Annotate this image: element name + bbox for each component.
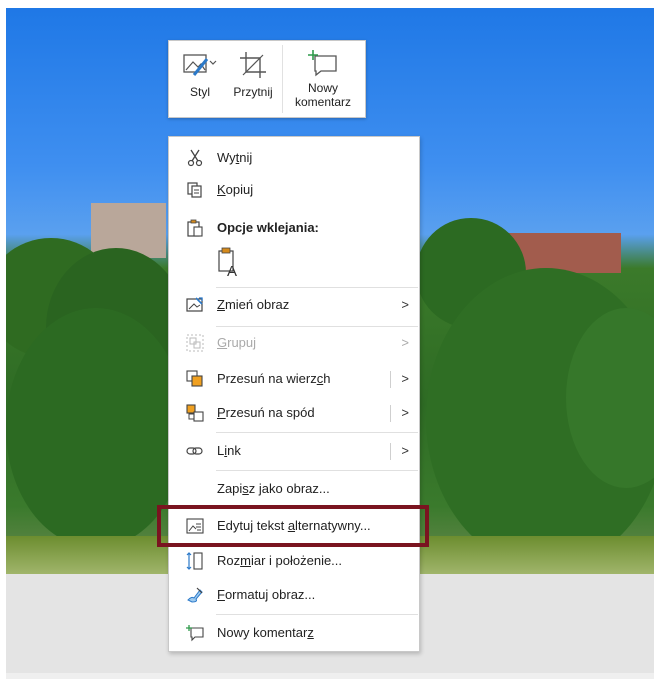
crop-button[interactable]: Przytnij [227,41,279,117]
new-comment-button[interactable]: Nowy komentarz [285,41,361,117]
menu-item-change-picture[interactable]: Zmień obraz > [169,290,419,320]
menu-item-label: Zmień obraz [217,297,290,312]
menu-item-new-comment[interactable]: Nowy komentarz [169,618,419,648]
picture-style-icon [183,54,217,76]
menu-separator [216,432,418,433]
submenu-arrow-icon: > [401,297,409,312]
menu-item-label: Nowy komentarz [217,625,314,640]
context-menu: Wytnij Kopiuj Opcje wklejania: A Zmień o… [168,136,420,652]
menu-separator [216,326,418,327]
menu-item-paste-options: Opcje wklejania: [169,213,419,243]
new-comment-icon [186,625,204,642]
menu-item-size-position[interactable]: Rozmiar i położenie... [169,546,419,576]
menu-item-format-picture[interactable]: Formatuj obraz... [169,580,419,610]
svg-text:A: A [227,263,237,279]
menu-item-label: Wytnij [217,150,253,165]
menu-item-save-as-picture[interactable]: Zapisz jako obraz... [169,474,419,504]
bring-forward-icon [186,370,203,387]
paste-keep-text-icon: A [218,247,237,280]
submenu-arrow-icon: > [401,335,409,350]
send-backward-icon [186,404,204,422]
change-picture-icon [186,297,203,312]
crop-label: Przytnij [233,85,273,99]
scissors-icon [187,149,203,167]
menu-item-link[interactable]: Link > [169,436,419,466]
paste-icon [187,219,203,237]
menu-item-label: Formatuj obraz... [217,587,316,602]
paste-keep-text-only-button[interactable]: A [213,245,243,280]
split-divider [390,371,391,388]
menu-separator [216,287,418,288]
mini-toolbar: Styl Przytnij Nowy komentarz [168,40,366,118]
link-icon [186,447,203,455]
submenu-arrow-icon[interactable]: > [401,405,409,420]
menu-item-label: Kopiuj [217,182,254,197]
style-button[interactable]: Styl [175,41,225,117]
menu-item-label: Rozmiar i położenie... [217,553,343,568]
menu-item-label: Zapisz jako obraz... [217,481,330,496]
new-comment-label: Nowy komentarz [294,81,352,109]
menu-item-label: Przesuń na spód [217,405,315,420]
style-label: Styl [189,85,210,99]
menu-item-send-backward[interactable]: Przesuń na spód > [169,398,419,428]
format-picture-icon [187,587,203,603]
menu-separator [216,614,418,615]
highlight-annotation [157,505,429,547]
submenu-arrow-icon[interactable]: > [401,443,409,458]
menu-item-label: Przesuń na wierzch [217,371,331,386]
menu-item-bring-forward[interactable]: Przesuń na wierzch > [169,364,419,394]
crop-icon [240,52,266,78]
menu-item-cut[interactable]: Wytnij [169,143,419,173]
copy-icon [187,182,202,198]
new-comment-icon [308,50,337,77]
menu-item-group[interactable]: Grupuj > [169,328,419,358]
menu-item-copy[interactable]: Kopiuj [169,175,419,205]
menu-separator [216,470,418,471]
menu-item-label: Grupuj [217,335,257,350]
toolbar-divider [282,45,283,113]
submenu-arrow-icon[interactable]: > [401,371,409,386]
size-position-icon [186,552,203,570]
split-divider [390,405,391,422]
paste-options-heading: Opcje wklejania: [217,220,319,235]
menu-item-label: Link [217,443,241,458]
group-icon [186,334,204,352]
split-divider [390,443,391,460]
